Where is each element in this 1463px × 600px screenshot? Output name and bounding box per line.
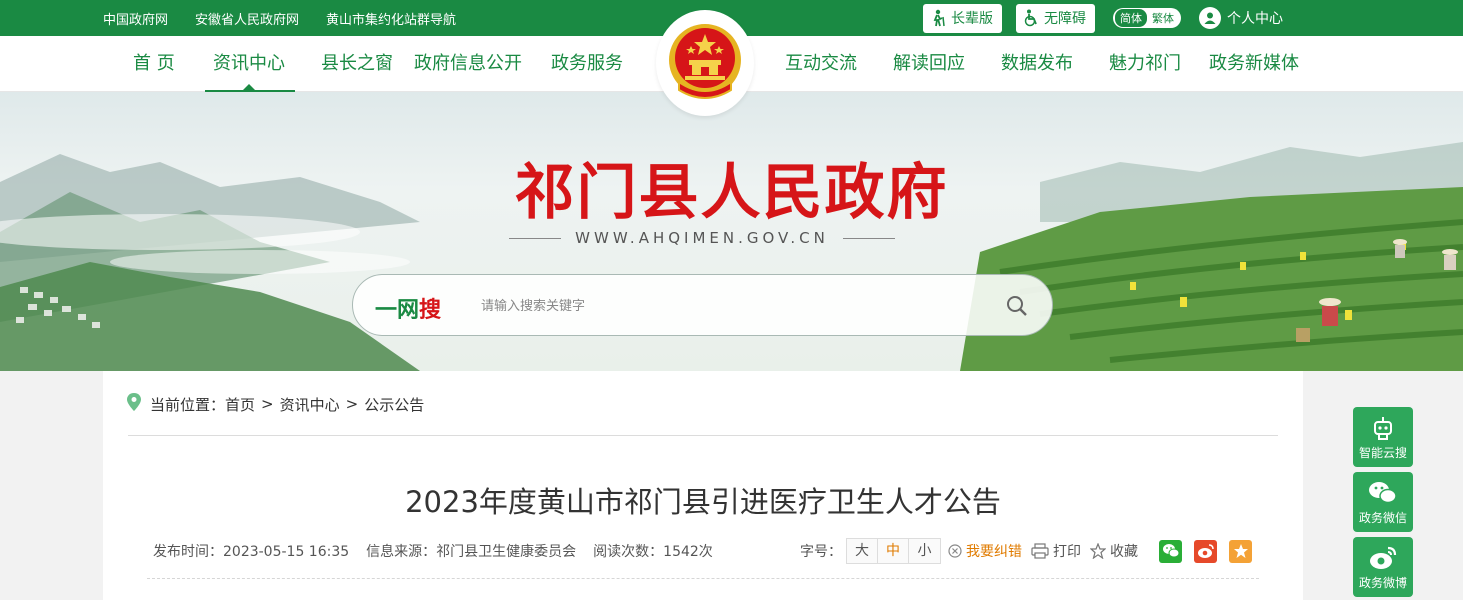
favorite-button[interactable]: 收藏 [1090,541,1138,561]
printer-icon [1031,543,1049,559]
lang-traditional[interactable]: 繁体 [1147,9,1179,27]
float-weibo[interactable]: 政务微博 [1353,537,1413,597]
user-center-label: 个人中心 [1227,11,1283,27]
font-size-label: 字号： [800,544,842,560]
search-box: 一网搜 [352,274,1053,336]
publish-time: 发布时间：2023-05-15 16:35 [153,544,350,560]
wechat-icon [1369,482,1397,504]
lang-simplified[interactable]: 简体 [1115,9,1147,27]
nav-news-center[interactable]: 资讯中心 [205,36,295,92]
link-huangshan-nav[interactable]: 黄山市集约化站群导航 [326,9,456,28]
info-source: 信息来源：祁门县卫生健康委员会 [366,544,577,560]
meta-divider [147,578,1259,579]
user-icon [1199,7,1221,29]
elder-icon [933,9,945,27]
star-icon [1233,544,1248,558]
article-title: 2023年度黄山市祁门县引进医疗卫生人才公告 [405,485,1001,519]
nav-interpretation[interactable]: 解读回应 [893,36,965,92]
breadcrumb-divider [128,435,1278,436]
top-links: 中国政府网 安徽省人民政府网 黄山市集约化站群导航 [103,0,483,36]
search-input[interactable] [481,293,981,319]
elder-mode-button[interactable]: 长辈版 [923,3,1002,33]
url-divider-right [842,237,895,239]
nav-home[interactable]: 首 页 [133,36,175,92]
nav-interaction[interactable]: 互动交流 [785,36,857,92]
font-size-large[interactable]: 大 [847,539,878,563]
breadcrumb-news-center[interactable]: 资讯中心 [280,394,340,415]
search-brand: 一网搜 [375,292,441,324]
print-button[interactable]: 打印 [1031,541,1081,561]
link-anhui-gov[interactable]: 安徽省人民政府网 [195,9,299,28]
share-wechat-button[interactable] [1159,539,1182,563]
star-outline-icon [1090,543,1106,559]
nav-data-release[interactable]: 数据发布 [1001,36,1073,92]
float-smart-search-label: 智能云搜 [1358,446,1407,460]
wechat-icon [1162,544,1179,558]
nav-charm-qimen[interactable]: 魅力祁门 [1109,36,1181,92]
robot-icon [1374,417,1392,440]
nav-new-media[interactable]: 政务新媒体 [1209,36,1299,92]
national-emblem-icon [669,24,741,99]
share-favorite-button[interactable] [1229,539,1252,563]
report-error-button[interactable]: 我要纠错 [948,541,1022,561]
font-size-small[interactable]: 小 [909,539,940,563]
favorite-label: 收藏 [1110,544,1138,560]
url-divider-left [509,237,562,239]
weibo-icon [1197,544,1214,558]
nav-gov-info[interactable]: 政府信息公开 [414,36,522,92]
site-url-text: WWW.AHQIMEN.GOV.CN [575,229,829,247]
nav-county-head[interactable]: 县长之窗 [321,36,393,92]
link-gov-cn[interactable]: 中国政府网 [103,9,168,28]
font-size-switch: 大 中 小 [846,538,941,564]
float-weibo-label: 政务微博 [1358,576,1407,590]
accessibility-label: 无障碍 [1044,11,1086,27]
user-center-link[interactable]: 个人中心 [1199,7,1283,29]
float-wechat[interactable]: 政务微信 [1353,472,1413,532]
header-banner: 祁门县人民政府 WWW.AHQIMEN.GOV.CN 一网搜 [0,92,1463,371]
article-panel: 当前位置： 首页 > 资讯中心 > 公示公告 2023年度黄山市祁门县引进医疗卫… [103,371,1303,600]
print-label: 打印 [1053,544,1081,560]
site-title: 祁门县人民政府 [514,158,949,228]
error-x-icon [948,544,962,558]
search-brand-green: 一网 [375,298,420,323]
search-brand-red: 搜 [419,298,442,323]
accessibility-button[interactable]: 无障碍 [1016,3,1095,33]
site-url: WWW.AHQIMEN.GOV.CN [490,228,914,248]
breadcrumb-separator: > [345,395,359,413]
article-tools: 字号： 大 中 小 我要纠错 打印 收藏 [800,538,1252,564]
float-smart-search[interactable]: 智能云搜 [1353,407,1413,467]
view-count: 阅读次数：1542次 [593,544,713,560]
top-right-tools: 长辈版 无障碍 简体 繁体 个人中心 [923,0,1283,36]
language-toggle: 简体 繁体 [1113,8,1181,28]
location-pin-icon [127,393,141,415]
weibo-icon [1370,546,1397,569]
elder-mode-label: 长辈版 [951,11,993,27]
national-emblem[interactable] [656,10,754,116]
search-icon[interactable] [1005,294,1029,322]
nav-gov-service[interactable]: 政务服务 [551,36,623,92]
report-error-label: 我要纠错 [966,544,1022,560]
share-weibo-button[interactable] [1194,539,1217,563]
breadcrumb-separator: > [261,395,274,413]
breadcrumb-announcements[interactable]: 公示公告 [364,394,424,415]
wheelchair-icon [1024,9,1037,27]
breadcrumb-prefix: 当前位置： [150,395,226,414]
breadcrumb: 当前位置： 首页 > 资讯中心 > 公示公告 [127,393,424,415]
article-meta: 发布时间：2023-05-15 16:35 信息来源：祁门县卫生健康委员会 阅读… [153,541,730,561]
font-size-medium[interactable]: 中 [878,539,909,563]
float-wechat-label: 政务微信 [1358,511,1407,525]
breadcrumb-home[interactable]: 首页 [225,394,255,415]
